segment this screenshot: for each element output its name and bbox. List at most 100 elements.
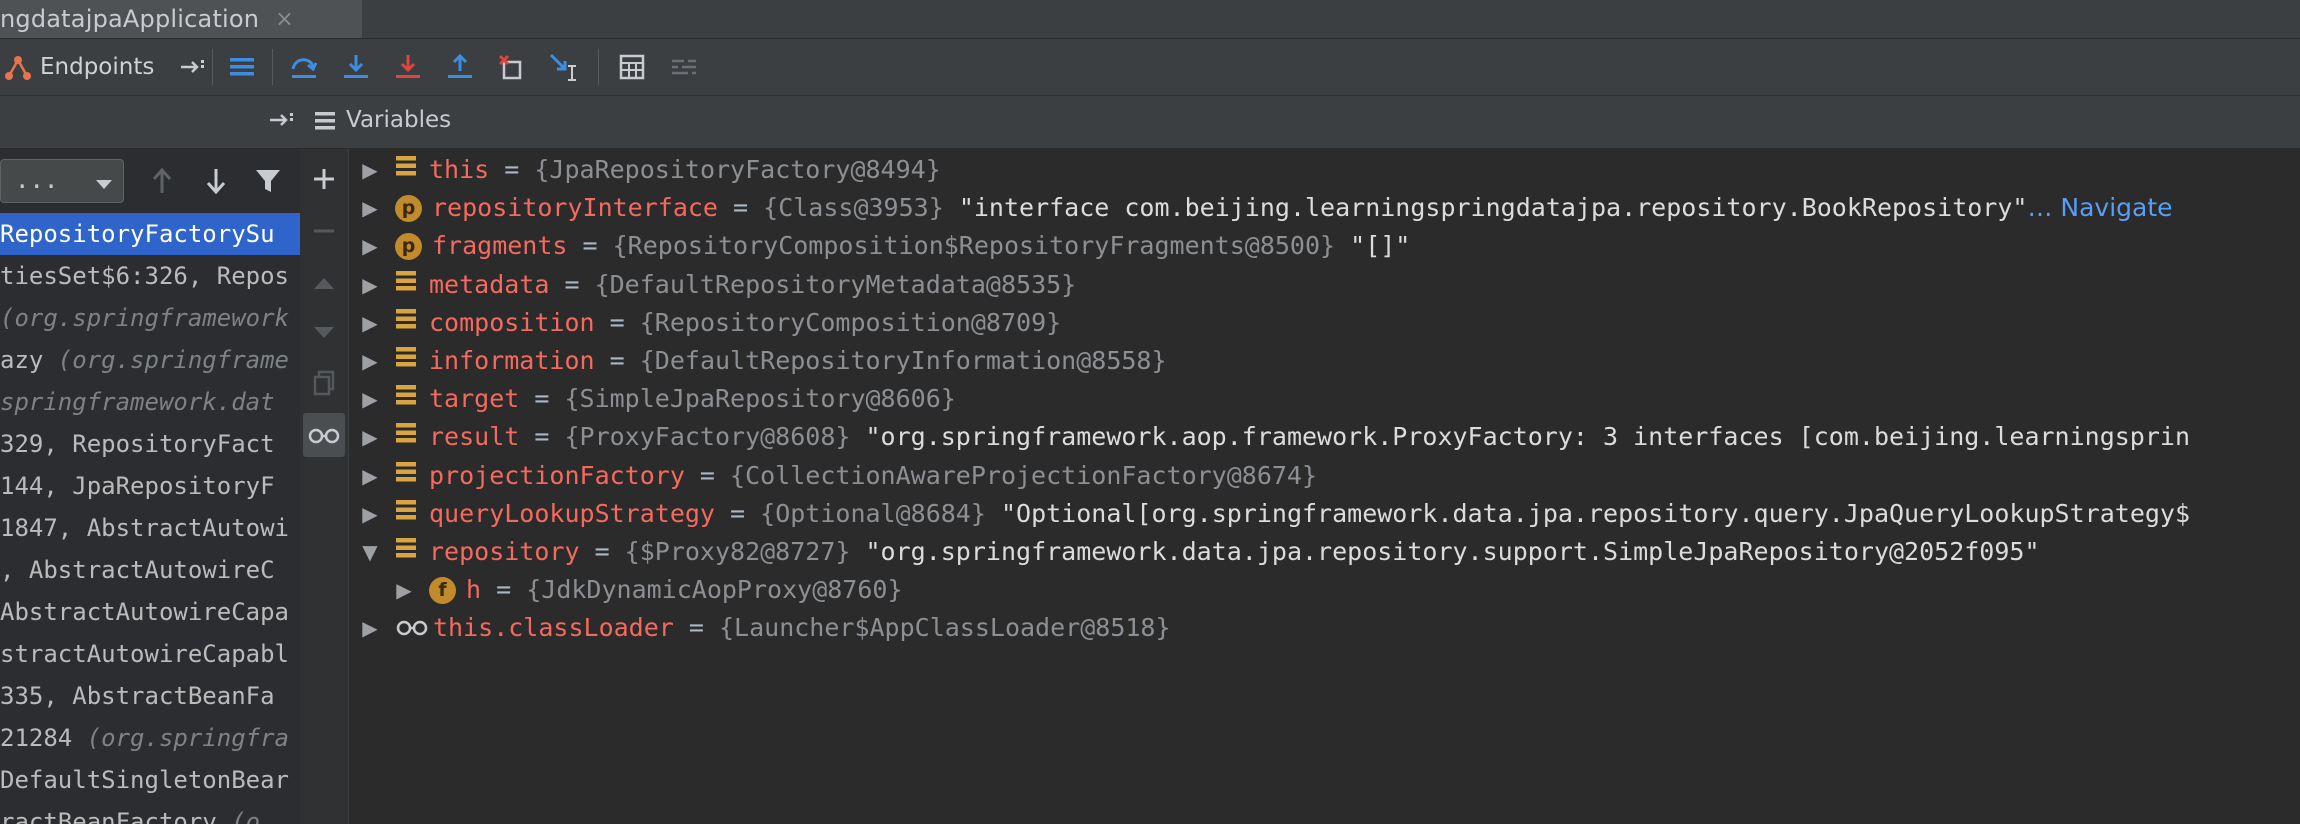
expanded-arrow-icon[interactable]: ▼ (353, 533, 387, 571)
stack-frame-row[interactable]: (org.springframework (0, 297, 300, 339)
equals-sign: = (714, 498, 761, 528)
stack-frame-row[interactable]: 21284 (org.springfra (0, 717, 300, 759)
variable-value: "interface com.beijing.learningspringdat… (943, 193, 2028, 223)
stack-frame-row[interactable]: 335, AbstractBeanFa (0, 675, 300, 717)
variables-icon (313, 109, 337, 137)
arrow-down-icon[interactable] (204, 167, 228, 199)
variable-row[interactable]: ▶ p repositoryInterface = {Class@3953} "in… (353, 189, 2172, 227)
variable-row[interactable]: ▶ this = {JpaRepositoryFactory@8494} (353, 151, 940, 189)
frames-list-icon[interactable] (222, 39, 262, 95)
field-icon (395, 266, 417, 304)
thread-selector[interactable]: ... (0, 159, 124, 203)
navigate-link[interactable]: … Navigate (2027, 189, 2172, 227)
variable-name: information (429, 346, 595, 375)
variable-name: projectionFactory (429, 460, 685, 490)
equals-sign: = (567, 231, 613, 261)
field-icon (395, 151, 417, 189)
move-up-icon[interactable] (300, 261, 348, 305)
equals-sign: = (594, 346, 640, 375)
equals-sign: = (579, 537, 625, 566)
equals-sign: = (481, 575, 527, 605)
equals-sign: = (519, 422, 565, 452)
variables-side-toolbar (300, 149, 349, 824)
restore-layout-icon[interactable] (268, 110, 296, 134)
move-down-icon[interactable] (300, 311, 348, 355)
stack-frame-row[interactable]: tiesSet$6:326, Repos (0, 255, 300, 297)
variable-row[interactable]: ▶ composition = {RepositoryComposition@87… (353, 304, 1061, 342)
variable-row[interactable]: ▶ projectionFactory = {CollectionAwarePro… (353, 457, 1317, 495)
collapsed-arrow-icon[interactable]: ▶ (353, 457, 387, 495)
variable-row[interactable]: ▶ queryLookupStrategy = {Optional@8684} "… (353, 495, 2190, 533)
variable-value: "Optional[org.springframework.data.jpa.r… (985, 498, 2191, 528)
collapsed-arrow-icon[interactable]: ▶ (353, 266, 387, 304)
variable-row[interactable]: ▶ p fragments = {RepositoryComposition$Rep… (353, 227, 1410, 265)
variable-type: {SimpleJpaRepository@8606} (564, 384, 956, 414)
pin-icon[interactable] (178, 39, 208, 95)
step-out-icon[interactable] (440, 39, 480, 95)
frame-method: ractBeanFactory (0, 808, 232, 824)
trace-icon[interactable] (664, 39, 704, 95)
variable-row[interactable]: ▶ this.classLoader = {Launcher$AppClassLo… (353, 609, 1171, 647)
variable-row[interactable]: ▶ result = {ProxyFactory@8608} "org.sprin… (353, 418, 2190, 456)
stack-frame-row[interactable]: stractAutowireCapabl (0, 633, 300, 675)
variables-title: Variables (346, 107, 452, 133)
stack-frame-row[interactable]: 329, RepositoryFact (0, 423, 300, 465)
collapsed-arrow-icon[interactable]: ▶ (353, 342, 387, 380)
variable-name: queryLookupStrategy (429, 498, 715, 528)
frames-panel: ... RepositoryFactorySu tiesSet$6:326, Re… (0, 149, 300, 824)
collapsed-arrow-icon[interactable]: ▶ (353, 380, 387, 418)
variable-name: metadata (429, 269, 550, 299)
frame-method: azy (0, 346, 58, 374)
stack-frame-row[interactable]: 144, JpaRepositoryF (0, 465, 300, 507)
drop-frame-icon[interactable] (492, 39, 532, 95)
variable-row[interactable]: ▶ f h = {JdkDynamicAopProxy@8760} (387, 571, 902, 609)
remove-watch-icon[interactable] (300, 209, 348, 253)
collapsed-arrow-icon[interactable]: ▶ (353, 227, 387, 265)
variable-type: {Optional@8684} (760, 498, 986, 528)
editor-tab-bar: ngdatajpaApplication × (0, 0, 2300, 39)
variable-row[interactable]: ▶ metadata = {DefaultRepositoryMetadata@8… (353, 266, 1076, 304)
thread-selector-value: ... (15, 166, 59, 194)
collapsed-arrow-icon[interactable]: ▶ (353, 189, 387, 227)
run-to-cursor-icon[interactable] (544, 39, 584, 95)
stack-frame-row[interactable]: , AbstractAutowireC (0, 549, 300, 591)
copy-icon[interactable] (300, 361, 348, 405)
variable-row[interactable]: ▼ repository = {$Proxy82@8727} "org.sprin… (353, 533, 2039, 571)
close-icon[interactable]: × (275, 7, 293, 32)
arrow-up-icon[interactable] (150, 167, 174, 199)
collapsed-arrow-icon[interactable]: ▶ (353, 304, 387, 342)
stack-frame-row[interactable]: RepositoryFactorySu (0, 213, 300, 255)
stack-frame-row[interactable]: ractBeanFactory (o (0, 801, 300, 824)
filter-icon[interactable] (254, 167, 282, 199)
variable-type: {Launcher$AppClassLoader@8518} (718, 613, 1171, 643)
stack-frame-row[interactable]: AbstractAutowireCapa (0, 591, 300, 633)
collapsed-arrow-icon[interactable]: ▶ (387, 571, 421, 609)
endpoints-icon[interactable] (2, 39, 34, 95)
step-over-icon[interactable] (284, 39, 324, 95)
collapsed-arrow-icon[interactable]: ▶ (353, 609, 387, 647)
equals-sign: = (489, 155, 535, 184)
field-icon (395, 495, 417, 533)
variable-row[interactable]: ▶ information = {DefaultRepositoryInforma… (353, 342, 1166, 380)
stack-frame-row[interactable]: DefaultSingletonBear (0, 759, 300, 801)
variable-name: this (429, 155, 490, 184)
watches-toggle-icon[interactable] (303, 413, 345, 457)
equals-sign: = (594, 307, 640, 337)
endpoints-tab[interactable]: Endpoints (40, 39, 154, 95)
run-config-tab[interactable]: ngdatajpaApplication × (0, 0, 362, 38)
property-icon: p (395, 232, 422, 260)
variable-row[interactable]: ▶ target = {SimpleJpaRepository@8606} (353, 380, 956, 418)
add-watch-icon[interactable] (300, 157, 348, 201)
step-into-icon[interactable] (336, 39, 376, 95)
stack-frame-row[interactable]: springframework.dat (0, 381, 300, 423)
collapsed-arrow-icon[interactable]: ▶ (353, 151, 387, 189)
tab-title: ngdatajpaApplication (0, 5, 260, 33)
force-step-into-icon[interactable] (388, 39, 428, 95)
stack-frame-row[interactable]: 1847, AbstractAutowi (0, 507, 300, 549)
variable-type: {ProxyFactory@8608} (564, 422, 851, 452)
field-icon (395, 380, 417, 418)
collapsed-arrow-icon[interactable]: ▶ (353, 418, 387, 456)
evaluate-expression-icon[interactable] (612, 39, 652, 95)
stack-frame-row[interactable]: azy (org.springframe (0, 339, 300, 381)
collapsed-arrow-icon[interactable]: ▶ (353, 495, 387, 533)
